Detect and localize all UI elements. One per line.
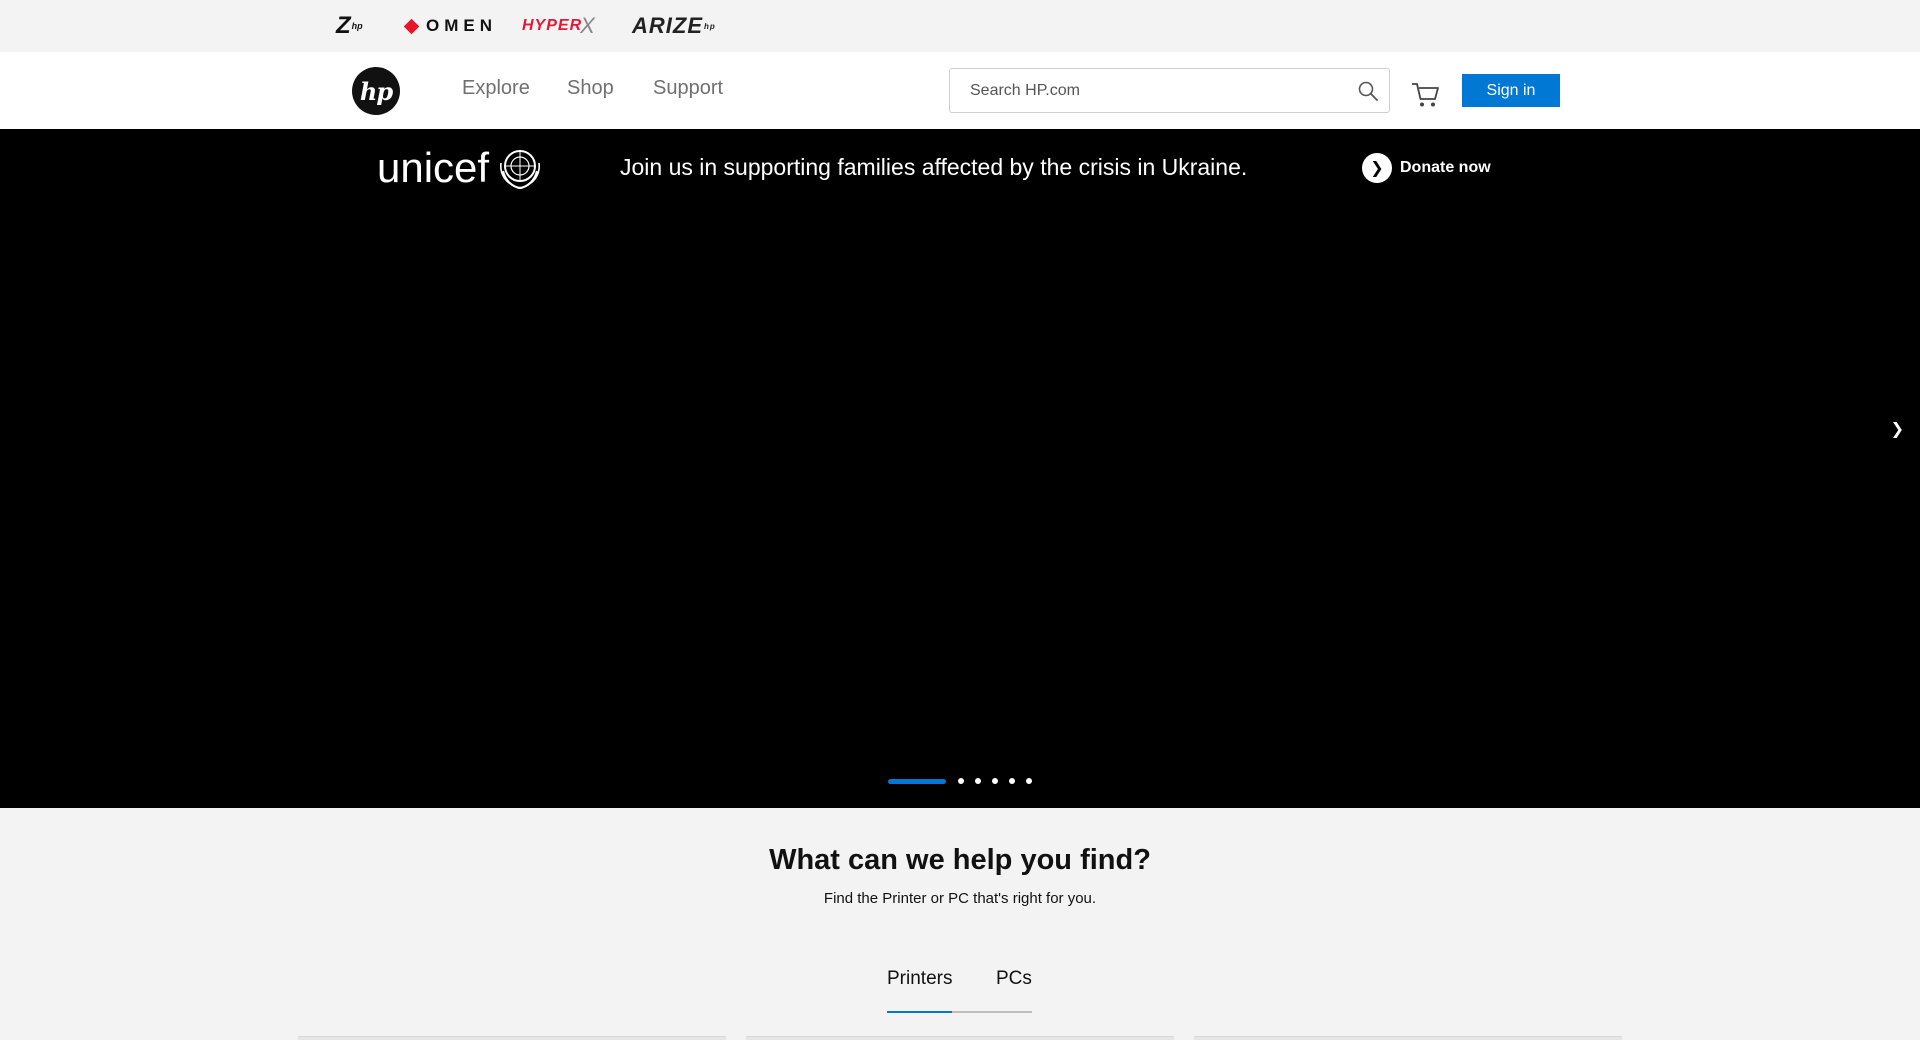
product-card-top	[1194, 1036, 1622, 1040]
hyperx-x-mark: X	[580, 13, 596, 38]
omen-diamond-icon	[403, 18, 420, 34]
product-card-top	[298, 1036, 726, 1040]
carousel-dot[interactable]	[975, 778, 981, 784]
arize-logo-text: ARIZE	[632, 13, 703, 38]
hyperx-logo-text: HYPER	[522, 17, 583, 34]
search-input[interactable]	[950, 69, 1340, 112]
unicef-emblem-icon	[500, 150, 541, 190]
z-logo-text: Z	[336, 12, 351, 39]
nav-shop[interactable]: Shop	[567, 77, 614, 100]
section-title: What can we help you find?	[769, 844, 1151, 876]
nav-support[interactable]: Support	[653, 77, 723, 100]
unicef-wordmark: unicef	[377, 144, 490, 191]
z-logo-sup: hp	[351, 21, 363, 31]
donate-now-label: Donate now	[1400, 159, 1491, 176]
product-card-top	[746, 1036, 1174, 1040]
search-icon[interactable]	[1357, 80, 1379, 102]
arize-logo-link[interactable]: ARIZE hp	[632, 12, 716, 40]
site-header: hp Explore Shop Support Sign in	[0, 52, 1920, 129]
hp-logo-text: hp	[359, 76, 393, 106]
hero-banner: unicef Join us in supporting families af…	[0, 129, 1920, 808]
chevron-right-icon: ❯	[1362, 153, 1392, 183]
product-finder-section: What can we help you find? Find the Prin…	[0, 808, 1920, 1040]
z-by-hp-logo-link[interactable]: Zhp	[336, 12, 363, 40]
tab-printers[interactable]: Printers	[887, 968, 953, 1013]
sign-in-button[interactable]: Sign in	[1462, 74, 1560, 107]
hp-logo[interactable]: hp	[352, 67, 400, 115]
search-box	[949, 68, 1390, 113]
cart-icon[interactable]	[1411, 81, 1441, 109]
omen-logo-link[interactable]: OMEN	[403, 12, 497, 40]
carousel-next-icon[interactable]: ❯	[1891, 419, 1904, 439]
carousel-pagination	[888, 775, 1043, 787]
carousel-dot[interactable]	[1009, 778, 1015, 784]
carousel-dot[interactable]	[992, 778, 998, 784]
brand-bar: Zhp OMEN HYPER X ARIZE hp	[0, 0, 1920, 52]
tab-pcs[interactable]: PCs	[996, 968, 1032, 1002]
section-subtitle: Find the Printer or PC that's right for …	[823, 890, 1097, 907]
carousel-dot[interactable]	[1026, 778, 1032, 784]
unicef-logo: unicef	[377, 143, 543, 193]
omen-logo-text: OMEN	[426, 16, 497, 35]
donate-now-link[interactable]: ❯ Donate now	[1362, 153, 1491, 183]
hyperx-logo-link[interactable]: HYPER X	[522, 12, 596, 40]
nav-explore[interactable]: Explore	[462, 77, 530, 100]
carousel-dot[interactable]	[958, 778, 964, 784]
hero-message: Join us in supporting families affected …	[620, 154, 1248, 180]
finder-tabs: Printers PCs	[887, 968, 1032, 1013]
carousel-dot-active[interactable]	[888, 778, 946, 784]
arize-logo-sup: hp	[704, 21, 716, 31]
